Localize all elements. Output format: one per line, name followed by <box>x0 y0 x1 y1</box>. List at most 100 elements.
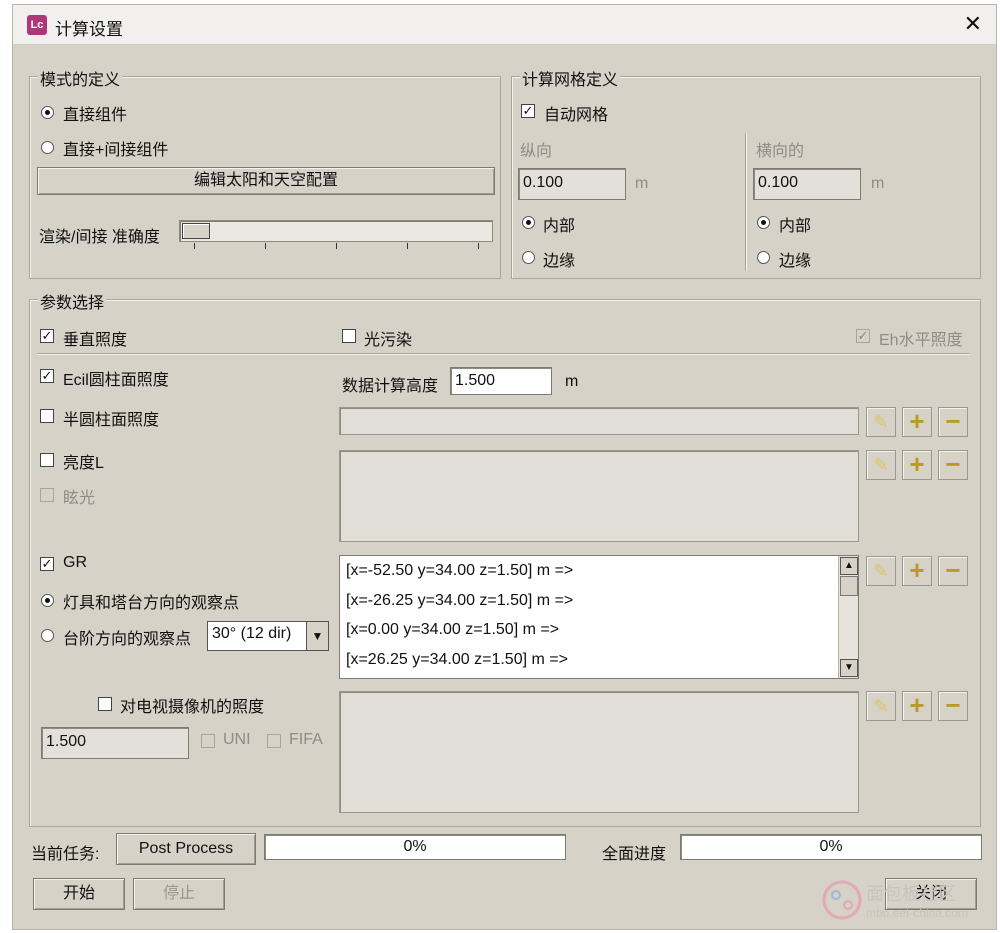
gr-remove-icon[interactable]: − <box>938 556 968 586</box>
tv-camera-checkbox[interactable] <box>98 697 112 711</box>
list-item[interactable]: [x=26.25 y=34.00 z=1.50] m => <box>340 645 858 675</box>
gr-option2-radio[interactable] <box>41 629 54 642</box>
vertical-illuminance-label: 垂直照度 <box>63 332 128 349</box>
gr-option1-label: 灯具和塔台方向的观察点 <box>63 595 240 612</box>
gr-label: GR <box>63 554 87 571</box>
longitudinal-spacing-field[interactable]: 0.100 <box>518 168 626 200</box>
uni-label: UNI <box>223 731 251 748</box>
edit-sky-button[interactable]: 编辑太阳和天空配置 <box>37 167 495 195</box>
scroll-down-icon[interactable]: ▼ <box>840 659 858 677</box>
scroll-up-icon[interactable]: ▲ <box>840 557 858 575</box>
semi-cylindrical-checkbox[interactable] <box>40 409 54 423</box>
watermark-logo-icon <box>822 880 862 920</box>
slider-thumb[interactable] <box>182 223 210 239</box>
slider-tick <box>478 243 479 249</box>
slider-tick <box>194 243 195 249</box>
semi-cyl-edit-icon[interactable]: ✎ <box>866 407 896 437</box>
semi-cyl-add-icon[interactable]: + <box>902 407 932 437</box>
app-logo-icon: Lc <box>27 15 47 35</box>
transverse-spacing-field[interactable]: 0.100 <box>753 168 861 200</box>
gr-add-icon[interactable]: + <box>902 556 932 586</box>
luminance-edit-icon[interactable]: ✎ <box>866 450 896 480</box>
gr-observer-list[interactable]: [x=-52.50 y=34.00 z=1.50] m => [x=-26.25… <box>339 555 859 679</box>
gr-direction-combo[interactable]: 30° (12 dir) ▼ <box>207 621 329 651</box>
ecil-label: Ecil圆柱面照度 <box>63 372 169 389</box>
uni-checkbox[interactable] <box>201 734 215 748</box>
long-edge-radio[interactable] <box>522 251 535 264</box>
luminance-label: 亮度L <box>63 455 104 472</box>
chevron-down-icon[interactable]: ▼ <box>306 622 328 650</box>
glare-checkbox[interactable] <box>40 488 54 502</box>
luminance-add-icon[interactable]: + <box>902 450 932 480</box>
watermark-url: mbb.eet-china.com <box>866 906 969 920</box>
luminance-panel <box>339 450 859 542</box>
calc-height-label: 数据计算高度 <box>342 378 439 395</box>
fifa-label: FIFA <box>289 731 323 748</box>
slider-tick <box>336 243 337 249</box>
trans-edge-label: 边缘 <box>779 253 812 270</box>
direct-label: 直接组件 <box>63 107 128 124</box>
tv-camera-field[interactable]: 1.500 <box>41 727 189 759</box>
trans-edge-radio[interactable] <box>757 251 770 264</box>
scrollbar[interactable]: ▲ ▼ <box>838 556 858 678</box>
gr-direction-value: 30° (12 dir) <box>212 625 292 642</box>
watermark-text: 面包板社区 <box>866 884 956 904</box>
mode-group-legend: 模式的定义 <box>38 66 123 90</box>
long-inner-radio[interactable] <box>522 216 535 229</box>
render-accuracy-slider[interactable] <box>179 220 493 242</box>
grid-separator <box>745 133 747 271</box>
params-group-legend: 参数选择 <box>38 289 107 313</box>
tv-remove-icon[interactable]: − <box>938 691 968 721</box>
auto-grid-checkbox[interactable]: ✓ <box>521 104 535 118</box>
fifa-checkbox[interactable] <box>267 734 281 748</box>
current-task-value: Post Process <box>116 833 256 865</box>
longitudinal-unit: m <box>635 175 649 192</box>
direct-indirect-label: 直接+间接组件 <box>63 142 169 159</box>
eh-checkbox[interactable]: ✓ <box>856 329 870 343</box>
gr-edit-icon[interactable]: ✎ <box>866 556 896 586</box>
title-bar: Lc 计算设置 ✕ <box>13 5 996 45</box>
light-pollution-label: 光污染 <box>364 332 413 349</box>
close-icon[interactable]: ✕ <box>964 11 982 37</box>
semi-cylindrical-label: 半圆柱面照度 <box>63 412 160 429</box>
list-item[interactable]: [x=-52.50 y=34.00 z=1.50] m => <box>340 556 858 586</box>
long-edge-label: 边缘 <box>543 253 576 270</box>
gr-checkbox[interactable]: ✓ <box>40 557 54 571</box>
trans-inner-radio[interactable] <box>757 216 770 229</box>
ecil-checkbox[interactable]: ✓ <box>40 369 54 383</box>
gr-option1-radio[interactable] <box>41 594 54 607</box>
semi-cyl-remove-icon[interactable]: − <box>938 407 968 437</box>
long-inner-label: 内部 <box>543 218 576 235</box>
tv-edit-icon[interactable]: ✎ <box>866 691 896 721</box>
list-item[interactable]: [x=-26.25 y=34.00 z=1.50] m => <box>340 586 858 616</box>
eh-label: Eh水平照度 <box>879 332 963 349</box>
vertical-illuminance-checkbox[interactable]: ✓ <box>40 329 54 343</box>
semi-cylindrical-panel <box>339 407 859 435</box>
current-task-label: 当前任务: <box>31 846 100 863</box>
slider-tick <box>407 243 408 249</box>
luminance-remove-icon[interactable]: − <box>938 450 968 480</box>
calc-height-field[interactable]: 1.500 <box>450 367 552 395</box>
tv-add-icon[interactable]: + <box>902 691 932 721</box>
glare-label: 眩光 <box>63 490 96 507</box>
start-button[interactable]: 开始 <box>33 878 125 910</box>
scrollbar-thumb[interactable] <box>840 576 858 596</box>
calc-height-unit: m <box>565 373 579 390</box>
luminance-checkbox[interactable] <box>40 453 54 467</box>
trans-inner-label: 内部 <box>779 218 812 235</box>
stop-button[interactable]: 停止 <box>133 878 225 910</box>
transverse-unit: m <box>871 175 885 192</box>
direct-radio[interactable] <box>41 106 54 119</box>
transverse-label: 横向的 <box>756 143 805 160</box>
overall-progress-label: 全面进度 <box>602 846 667 863</box>
light-pollution-checkbox[interactable] <box>342 329 356 343</box>
auto-grid-label: 自动网格 <box>544 107 609 124</box>
gr-option2-label: 台阶方向的观察点 <box>63 631 192 648</box>
render-accuracy-label: 渲染/间接 准确度 <box>39 229 160 246</box>
tv-camera-label: 对电视摄像机的照度 <box>120 699 265 716</box>
direct-indirect-radio[interactable] <box>41 141 54 154</box>
slider-tick <box>265 243 266 249</box>
params-separator <box>37 353 969 355</box>
list-item[interactable]: [x=0.00 y=34.00 z=1.50] m => <box>340 615 858 645</box>
tv-camera-panel <box>339 691 859 813</box>
